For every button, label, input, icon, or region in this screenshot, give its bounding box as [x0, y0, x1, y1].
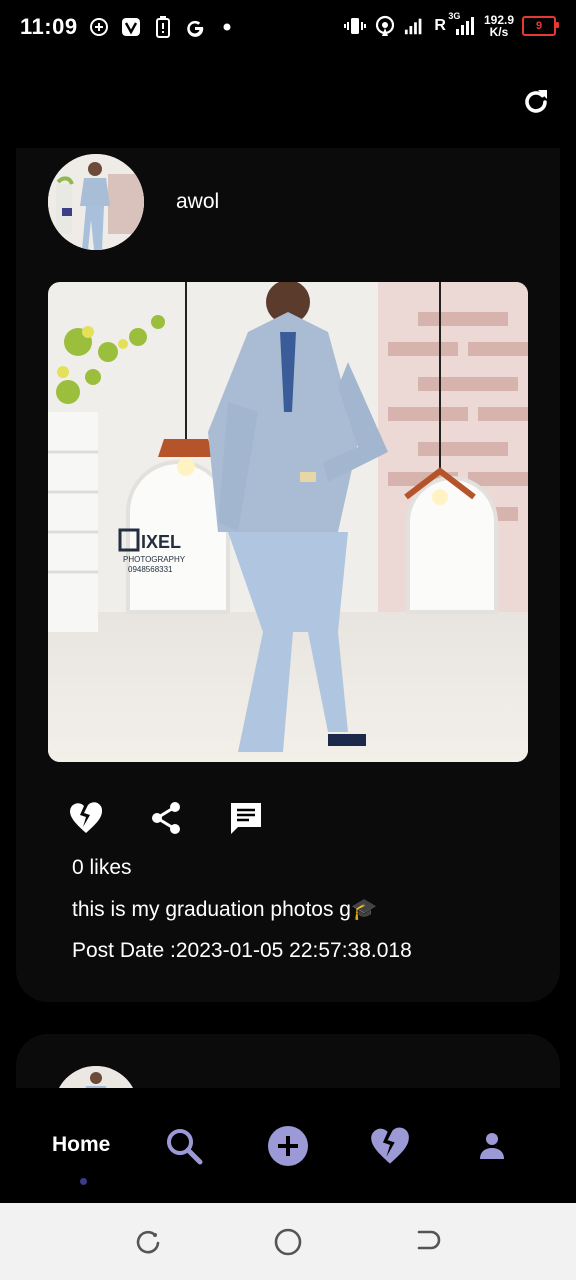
add-post-icon[interactable]: [266, 1124, 310, 1168]
back-icon[interactable]: [413, 1227, 443, 1257]
post-username[interactable]: awol: [176, 190, 219, 214]
network-type-label: 3G: [448, 11, 461, 21]
refresh-icon[interactable]: [520, 86, 552, 118]
post-date: Post Date :2023-01-05 22:57:38.018: [72, 939, 412, 962]
next-post-card: [16, 1034, 560, 1094]
status-time: 11:09: [20, 14, 78, 39]
comment-icon[interactable]: [228, 800, 264, 836]
system-nav-bar: [0, 1203, 576, 1280]
broken-heart-icon[interactable]: [68, 800, 104, 836]
watermark-brand: IXEL: [141, 532, 181, 552]
search-icon[interactable]: [162, 1124, 206, 1168]
broken-heart-icon[interactable]: [368, 1124, 412, 1168]
share-icon[interactable]: [148, 800, 184, 836]
avatar[interactable]: [48, 154, 144, 250]
nav-home[interactable]: Home: [52, 1133, 110, 1157]
bottom-nav: Home: [0, 1088, 576, 1203]
network-indicator: R 3G: [434, 11, 460, 35]
post-actions: [68, 800, 264, 836]
post-card: awol IXEL PHOTOGRAPHY 0948568331 0 likes…: [16, 148, 560, 1002]
nav-active-indicator: [80, 1178, 87, 1185]
v-app-icon: [120, 16, 142, 38]
roaming-label: R: [434, 17, 446, 34]
profile-icon[interactable]: [470, 1124, 514, 1168]
signal-icon: [404, 15, 426, 37]
network-speed: 192.9 K/s: [484, 14, 514, 38]
battery-level: 9: [535, 20, 543, 32]
svg-text:PHOTOGRAPHY: PHOTOGRAPHY: [123, 555, 186, 564]
likes-count[interactable]: 0 likes: [72, 856, 132, 880]
svg-text:0948568331: 0948568331: [128, 565, 173, 574]
battery-indicator: 9: [522, 16, 559, 36]
post-photo[interactable]: IXEL PHOTOGRAPHY 0948568331: [48, 282, 528, 762]
home-circle-icon[interactable]: [273, 1227, 303, 1257]
battery-saver-icon: [152, 16, 174, 38]
vibrate-icon: [344, 15, 367, 37]
google-icon: [184, 16, 206, 38]
post-caption: this is my graduation photos g🎓: [72, 898, 378, 921]
speed-unit: K/s: [489, 25, 509, 39]
chat-plus-icon: [88, 16, 110, 38]
status-bar: 11:09 R 3G 192.9 K/s 9: [0, 0, 576, 58]
recents-icon[interactable]: [133, 1227, 163, 1257]
dot-icon: [216, 16, 238, 38]
hotspot-icon: [374, 15, 396, 37]
